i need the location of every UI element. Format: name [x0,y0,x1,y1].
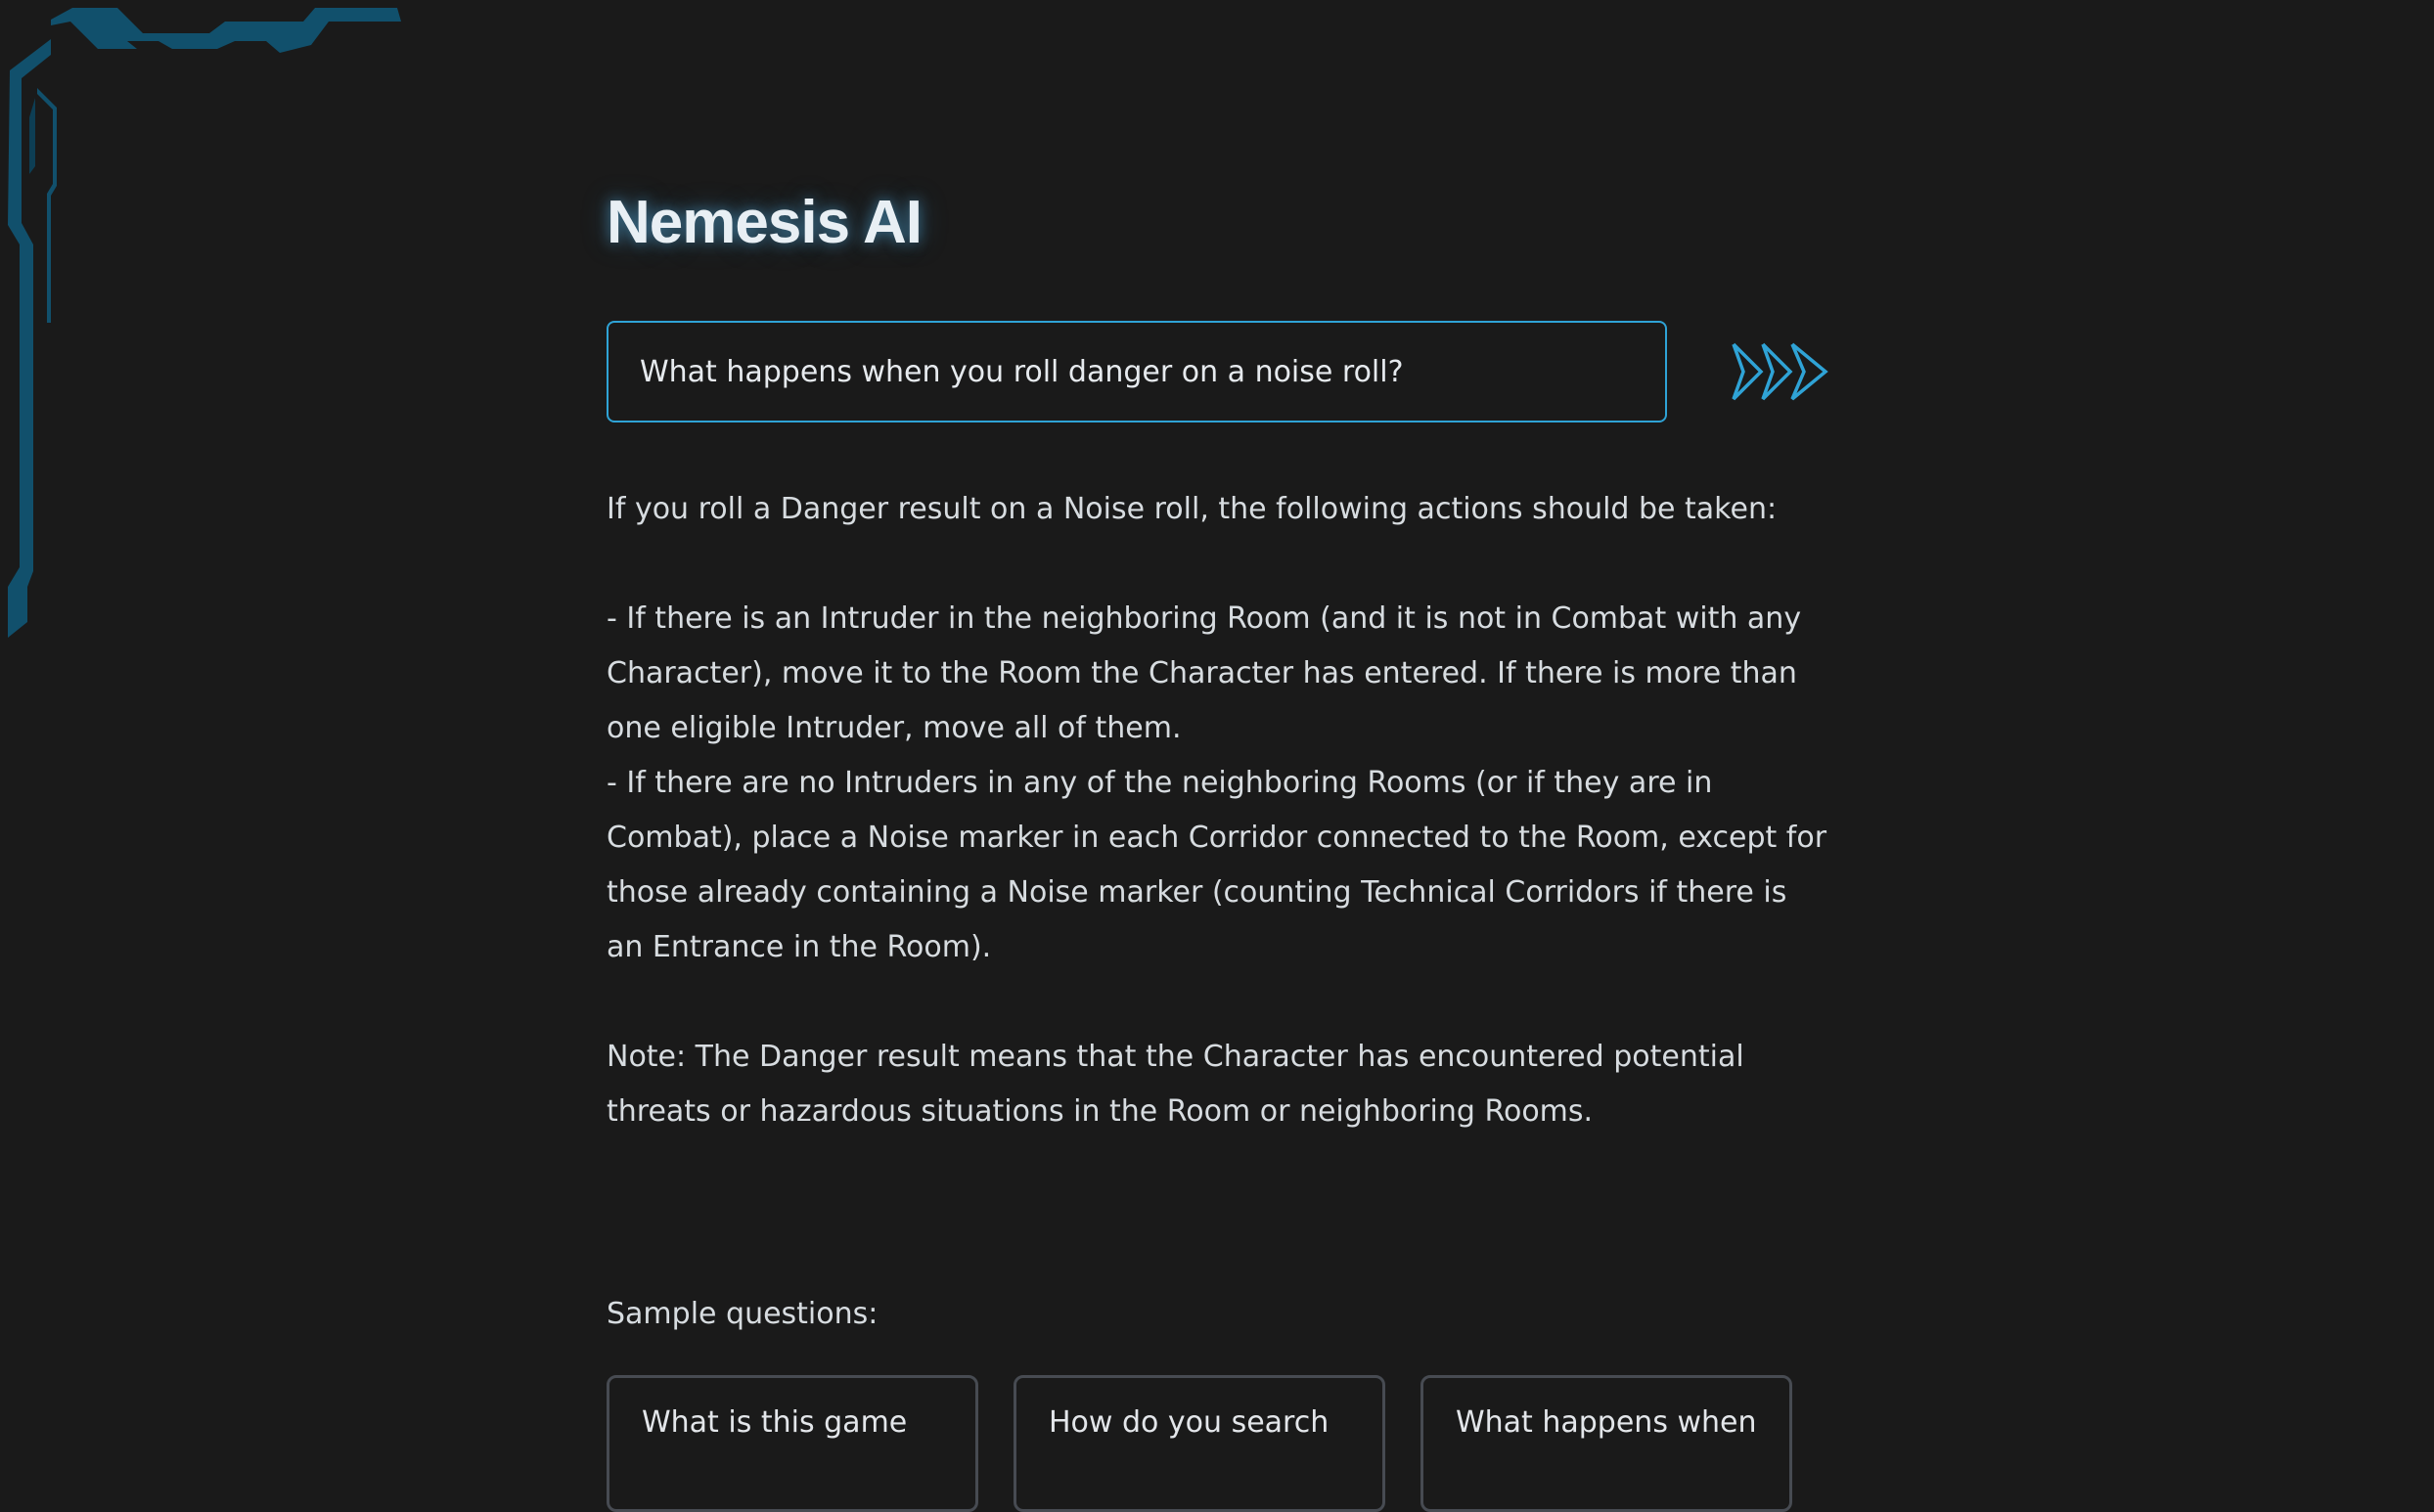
triple-chevron-right-icon [1732,342,1828,401]
sample-question-card[interactable]: How do you search [1014,1375,1385,1512]
answer-text: If you roll a Danger result on a Noise r… [607,482,1829,1139]
answer-note: Note: The Danger result means that the C… [607,1040,1744,1129]
submit-button[interactable] [1730,325,1831,419]
search-input[interactable] [608,323,1665,421]
answer-bullet: - If there is an Intruder in the neighbo… [607,601,1802,745]
search-box [607,321,1667,422]
search-row [607,321,1829,422]
answer-bullet: - If there are no Intruders in any of th… [607,766,1827,964]
page-title: Nemesis AI [607,189,923,256]
sample-questions-label: Sample questions: [607,1297,879,1331]
answer-intro: If you roll a Danger result on a Noise r… [607,492,1778,526]
sample-question-card[interactable]: What happens when [1420,1375,1792,1512]
sample-question-card[interactable]: What is this game [607,1375,978,1512]
corner-decoration [8,8,401,638]
sample-questions-list: What is this game How do you search What… [607,1375,1829,1512]
main-content: Nemesis AI If you roll a Danger result o… [607,0,1829,1512]
